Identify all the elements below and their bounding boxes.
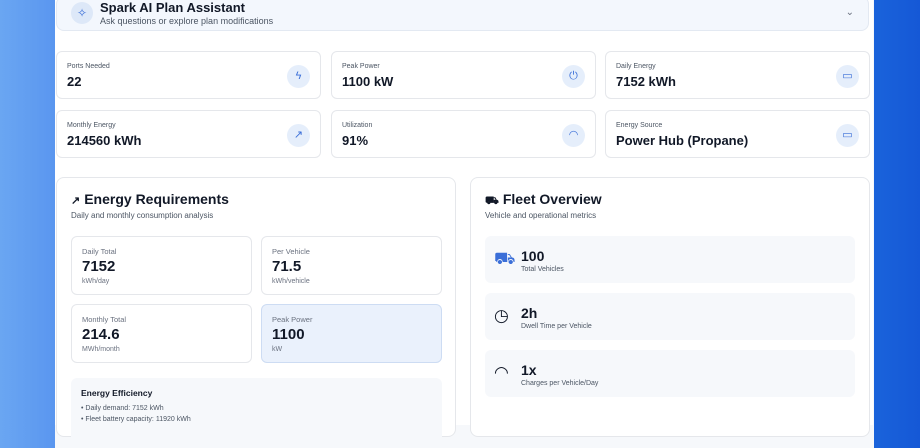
clock-icon: ◷: [494, 306, 509, 325]
fleet-row-dwell: ◷ 2h Dwell Time per Vehicle: [485, 293, 855, 340]
row-value: 100: [521, 248, 545, 264]
row-value: 1x: [521, 362, 537, 378]
energy-requirements-panel: ↗ Energy Requirements Daily and monthly c…: [56, 177, 456, 448]
efficiency-item: • Fleet battery capacity: 11920 kWh: [81, 416, 191, 423]
peak-power-box: Peak Power 1100 kW: [261, 304, 442, 363]
stat-card-monthly-energy: Monthly Energy 214560 kWh ↗: [56, 110, 321, 158]
box-unit: MWh/month: [82, 346, 120, 353]
panel-title: Energy Requirements: [84, 191, 229, 207]
fleet-row-charges: ◠ 1x Charges per Vehicle/Day: [485, 350, 855, 397]
panel-title: Fleet Overview: [502, 191, 602, 207]
chevron-down-icon[interactable]: ⌄: [846, 7, 854, 18]
lightning-icon: ϟ: [287, 65, 310, 88]
stat-label: Energy Source: [616, 122, 663, 129]
power-icon: ⏻: [562, 65, 585, 88]
stat-value: 22: [67, 74, 82, 89]
energy-efficiency-box: Energy Efficiency • Daily demand: 7152 k…: [71, 378, 442, 448]
box-value: 7152: [82, 258, 116, 275]
stat-label: Ports Needed: [67, 63, 110, 70]
box-unit: kW: [272, 346, 283, 353]
battery-icon: ▭: [836, 124, 859, 147]
stat-label: Daily Energy: [616, 63, 656, 70]
monthly-total-box: Monthly Total 214.6 MWh/month: [71, 304, 252, 363]
row-label: Total Vehicles: [521, 266, 564, 273]
stat-card-ports: Ports Needed 22 ϟ: [56, 51, 321, 99]
box-value: 1100: [272, 326, 305, 343]
box-label: Monthly Total: [82, 315, 127, 324]
gauge-icon: ◠: [562, 124, 585, 147]
truck-icon: ⛟: [485, 195, 499, 207]
stat-label: Utilization: [342, 122, 373, 129]
stat-value: 214560 kWh: [67, 133, 142, 148]
assistant-title: Spark AI Plan Assistant: [100, 0, 245, 15]
box-label: Daily Total: [82, 247, 117, 256]
stat-card-peak-power: Peak Power 1100 kW ⏻: [331, 51, 596, 99]
stat-label: Monthly Energy: [67, 122, 116, 129]
truck-icon: ⛟: [494, 249, 516, 268]
stat-card-daily-energy: Daily Energy 7152 kWh ▭: [605, 51, 870, 99]
fleet-overview-panel: ⛟ Fleet Overview Vehicle and operational …: [470, 177, 870, 437]
box-label: Per Vehicle: [272, 247, 310, 256]
ai-assistant-panel[interactable]: ✧ Spark AI Plan Assistant Ask questions …: [56, 0, 869, 31]
panel-subtitle: Vehicle and operational metrics: [485, 211, 597, 220]
stat-card-utilization: Utilization 91% ◠: [331, 110, 596, 158]
stat-value: 7152 kWh: [616, 74, 676, 89]
box-unit: kWh/vehicle: [272, 278, 310, 285]
efficiency-item: • Daily demand: 7152 kWh: [81, 405, 164, 412]
fleet-row-vehicles: ⛟ 100 Total Vehicles: [485, 236, 855, 283]
gauge-icon: ◠: [494, 363, 509, 382]
stat-value: 1100 kW: [342, 74, 394, 89]
box-label: Peak Power: [272, 315, 313, 324]
sparkle-icon: ✧: [71, 2, 93, 24]
row-value: 2h: [521, 305, 538, 321]
calendar-icon: ▭: [836, 65, 859, 88]
box-value: 71.5: [272, 258, 302, 275]
row-label: Charges per Vehicle/Day: [521, 380, 599, 387]
trending-up-icon: ↗: [287, 124, 310, 147]
stat-card-energy-source: Energy Source Power Hub (Propane) ▭: [605, 110, 870, 158]
daily-total-box: Daily Total 7152 kWh/day: [71, 236, 252, 295]
row-label: Dwell Time per Vehicle: [521, 323, 592, 330]
stat-label: Peak Power: [342, 63, 380, 70]
stat-value: 91%: [342, 133, 369, 148]
box-unit: kWh/day: [82, 278, 110, 285]
trending-up-icon: ↗: [71, 195, 81, 207]
assistant-subtitle: Ask questions or explore plan modificati…: [100, 16, 274, 26]
efficiency-title: Energy Efficiency: [81, 388, 153, 398]
box-value: 214.6: [82, 326, 120, 343]
per-vehicle-box: Per Vehicle 71.5 kWh/vehicle: [261, 236, 442, 295]
stat-value: Power Hub (Propane): [616, 133, 749, 148]
panel-subtitle: Daily and monthly consumption analysis: [71, 211, 214, 220]
